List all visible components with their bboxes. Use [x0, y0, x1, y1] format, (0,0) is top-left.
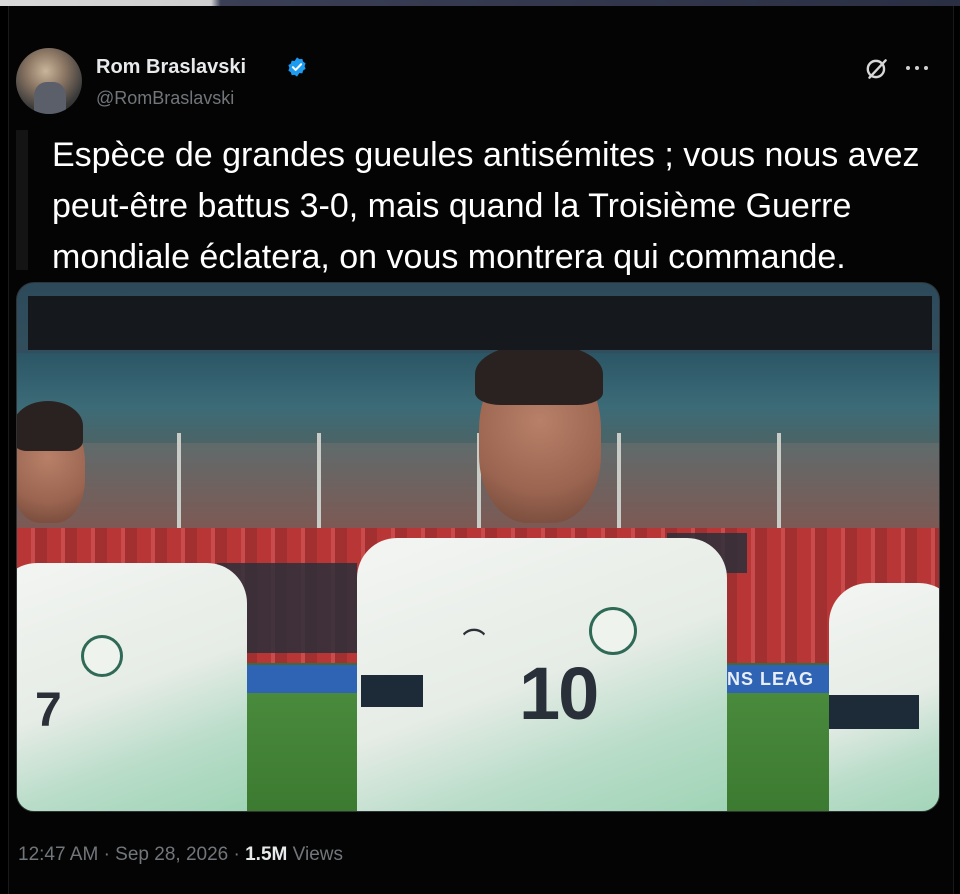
avatar[interactable] [16, 48, 82, 114]
text-backdrop [28, 296, 932, 350]
display-name[interactable]: Rom Braslavski [96, 56, 246, 79]
tweet-text: Espèce de grandes gueules antisémites ; … [52, 136, 920, 276]
grok-icon[interactable] [864, 56, 890, 82]
tweet-time[interactable]: 12:47 AM [18, 844, 98, 865]
tweet-meta: 12:47 AM · Sep 28, 2026 · 1.5M Views [18, 844, 343, 866]
left-shadow [16, 130, 28, 270]
verified-badge-icon [288, 57, 306, 77]
player-right-armband [829, 695, 919, 729]
tweet-media-video[interactable]: NS LEAG 7 ⌒ 10 [16, 282, 940, 812]
player-left-hair [17, 401, 83, 451]
player-center-number: 10 [519, 652, 599, 735]
sponsor-logo: ⌒ [463, 628, 486, 653]
player-left-number: 7 [35, 684, 62, 737]
views-count[interactable]: 1.5M [245, 844, 287, 865]
handle[interactable]: @RomBraslavski [96, 88, 234, 109]
meta-separator: · [233, 844, 240, 865]
tweet-date[interactable]: Sep 28, 2026 [115, 844, 228, 865]
player-left-crest [81, 635, 123, 677]
meta-separator: · [103, 844, 110, 865]
banner-text: NS LEAG [727, 669, 815, 689]
more-icon[interactable] [906, 60, 934, 76]
player-center-hair [475, 343, 603, 405]
player-center-armband [361, 675, 423, 707]
player-center-crest [589, 607, 637, 655]
views-label: Views [292, 844, 343, 865]
